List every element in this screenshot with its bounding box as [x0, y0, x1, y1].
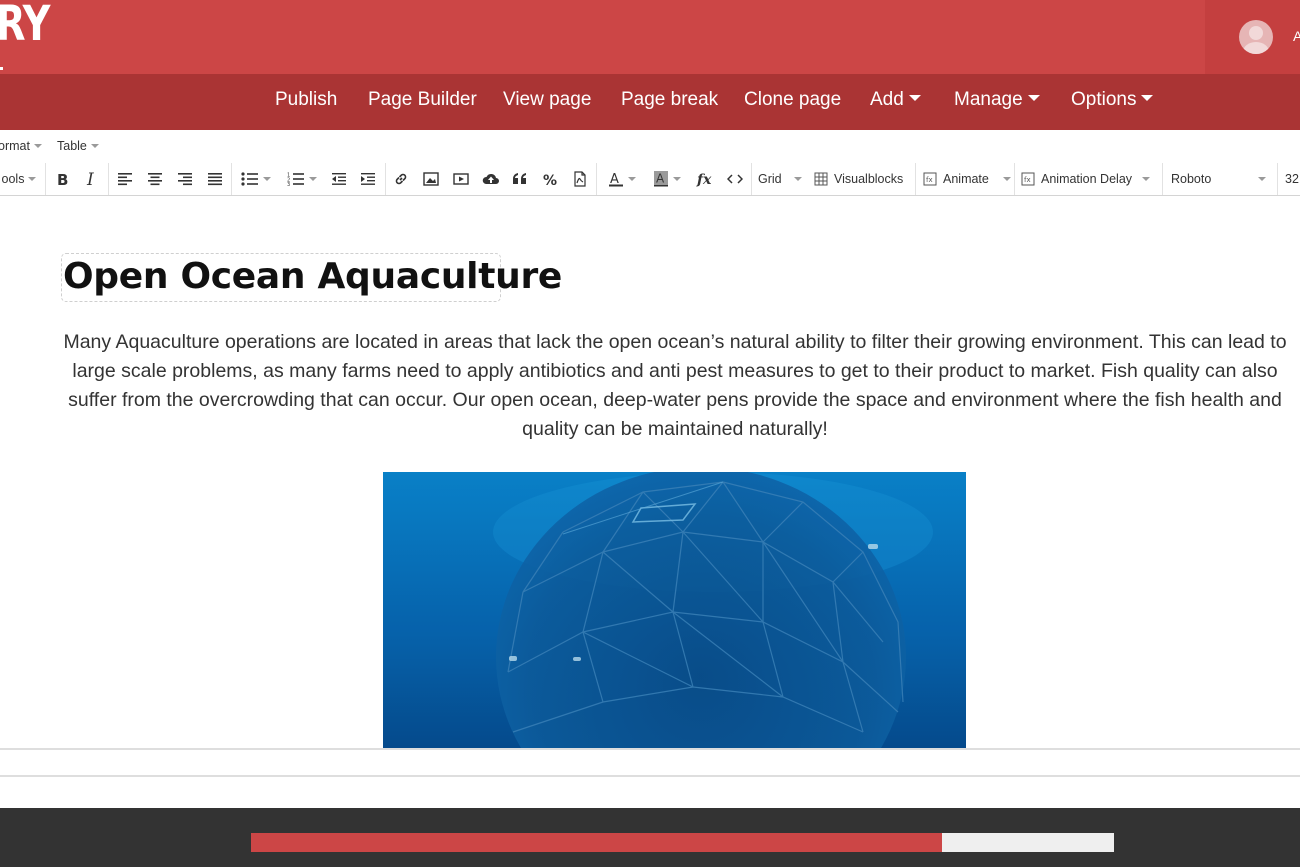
- divider-line: [0, 775, 1300, 777]
- user-menu[interactable]: A: [1205, 0, 1300, 74]
- editor-content[interactable]: Open Ocean Aquaculture Many Aquaculture …: [0, 196, 1300, 748]
- nav-publish[interactable]: Publish: [275, 89, 337, 111]
- background-color-icon[interactable]: A: [648, 168, 686, 190]
- svg-text:B: B: [57, 171, 68, 187]
- percent-icon[interactable]: %: [540, 168, 560, 190]
- intro-paragraph[interactable]: Many Aquaculture operations are located …: [60, 328, 1290, 444]
- blockquote-icon[interactable]: [510, 168, 530, 190]
- avatar-head: [1249, 26, 1263, 40]
- caret-down-icon: [90, 144, 99, 148]
- image-icon[interactable]: [421, 168, 441, 190]
- animate-dropdown[interactable]: fx Animate: [923, 168, 1015, 190]
- animation-delay-label: Animation Delay: [1041, 172, 1133, 186]
- toolbar-divider: [231, 163, 232, 195]
- toolbar-divider: [1277, 163, 1278, 195]
- visualblocks-label: Visualblocks: [834, 172, 904, 186]
- caret-down-icon: [263, 177, 271, 181]
- caret-down-icon: [1002, 177, 1011, 181]
- outdent-icon[interactable]: [329, 168, 349, 190]
- divider-line: [0, 748, 1300, 750]
- toolbar-divider: [751, 163, 752, 195]
- nav-clone-page[interactable]: Clone page: [744, 89, 841, 111]
- toolbar-divider: [596, 163, 597, 195]
- link-icon[interactable]: [391, 168, 411, 190]
- nav-page-builder[interactable]: Page Builder: [368, 89, 477, 111]
- nav-add-dropdown[interactable]: Add: [870, 89, 921, 111]
- site-logo[interactable]: RY: [0, 0, 50, 50]
- animate-label: Animate: [943, 172, 989, 186]
- svg-text:%: %: [543, 173, 557, 187]
- caret-down-icon: [309, 177, 317, 181]
- editor-toolbar: ools B I 123 % A A fx Grid Visualblocks …: [0, 163, 1300, 196]
- font-size-select[interactable]: 32: [1285, 168, 1300, 190]
- align-left-icon[interactable]: [115, 168, 135, 190]
- caret-down-icon: [673, 177, 681, 181]
- page-heading[interactable]: Open Ocean Aquaculture: [63, 256, 562, 297]
- font-family-select[interactable]: Roboto: [1171, 168, 1271, 190]
- animation-delay-dropdown[interactable]: fx Animation Delay: [1021, 168, 1161, 190]
- menu-table[interactable]: Table: [57, 139, 99, 153]
- font-size-value: 32: [1285, 172, 1299, 186]
- svg-text:fx: fx: [696, 172, 712, 187]
- source-code-icon[interactable]: [724, 168, 746, 190]
- nav-manage-dropdown[interactable]: Manage: [954, 89, 1040, 111]
- toolbar-divider: [385, 163, 386, 195]
- svg-text:3: 3: [287, 182, 290, 186]
- caret-down-icon: [908, 95, 921, 101]
- align-center-icon[interactable]: [145, 168, 165, 190]
- svg-text:fx: fx: [1024, 176, 1031, 184]
- toolbar-divider: [915, 163, 916, 195]
- svg-text:A: A: [656, 172, 665, 186]
- media-icon[interactable]: [451, 168, 471, 190]
- text-color-icon[interactable]: A: [603, 168, 641, 190]
- ocean-pen-image[interactable]: [383, 472, 966, 748]
- caret-down-icon: [1142, 177, 1151, 181]
- menu-format[interactable]: ormat: [0, 139, 42, 153]
- progress-bar: [251, 833, 1114, 852]
- editor-menubar: ormat Table: [0, 130, 1300, 163]
- visualblocks-button[interactable]: Visualblocks: [814, 168, 910, 190]
- nav-view-page[interactable]: View page: [503, 89, 591, 111]
- italic-icon[interactable]: I: [82, 168, 102, 190]
- caret-down-icon: [1141, 95, 1154, 101]
- avatar[interactable]: [1239, 20, 1273, 54]
- font-family-value: Roboto: [1171, 172, 1212, 186]
- tools-dropdown[interactable]: ools: [0, 168, 40, 190]
- svg-text:fx: fx: [926, 176, 933, 184]
- caret-down-icon: [28, 177, 37, 181]
- user-name[interactable]: A: [1293, 28, 1300, 44]
- top-header: RY A: [0, 0, 1300, 74]
- align-right-icon[interactable]: [175, 168, 195, 190]
- align-justify-icon[interactable]: [205, 168, 225, 190]
- formula-icon[interactable]: fx: [694, 168, 716, 190]
- grid-dropdown[interactable]: Grid: [758, 168, 806, 190]
- toolbar-divider: [45, 163, 46, 195]
- caret-down-icon: [33, 144, 42, 148]
- toolbar-divider: [108, 163, 109, 195]
- svg-text:I: I: [86, 171, 94, 187]
- cloud-upload-icon[interactable]: [481, 168, 501, 190]
- footer-bar: [0, 808, 1300, 867]
- progress-fill: [251, 833, 943, 852]
- numbered-list-icon[interactable]: 123: [283, 168, 321, 190]
- caret-down-icon: [1027, 95, 1040, 101]
- indent-icon[interactable]: [358, 168, 378, 190]
- nav-options-dropdown[interactable]: Options: [1071, 89, 1154, 111]
- caret-down-icon: [628, 177, 636, 181]
- bullet-list-icon[interactable]: [237, 168, 275, 190]
- avatar-body: [1243, 42, 1269, 54]
- caret-down-icon: [793, 177, 802, 181]
- toolbar-divider: [1162, 163, 1163, 195]
- nav-page-break[interactable]: Page break: [621, 89, 718, 111]
- caret-down-icon: [1258, 177, 1267, 181]
- logo-mark: [0, 67, 3, 70]
- main-nav: Publish Page Builder View page Page brea…: [0, 74, 1300, 130]
- toolbar-divider: [1014, 163, 1015, 195]
- bold-icon[interactable]: B: [53, 168, 73, 190]
- pdf-icon[interactable]: [570, 168, 590, 190]
